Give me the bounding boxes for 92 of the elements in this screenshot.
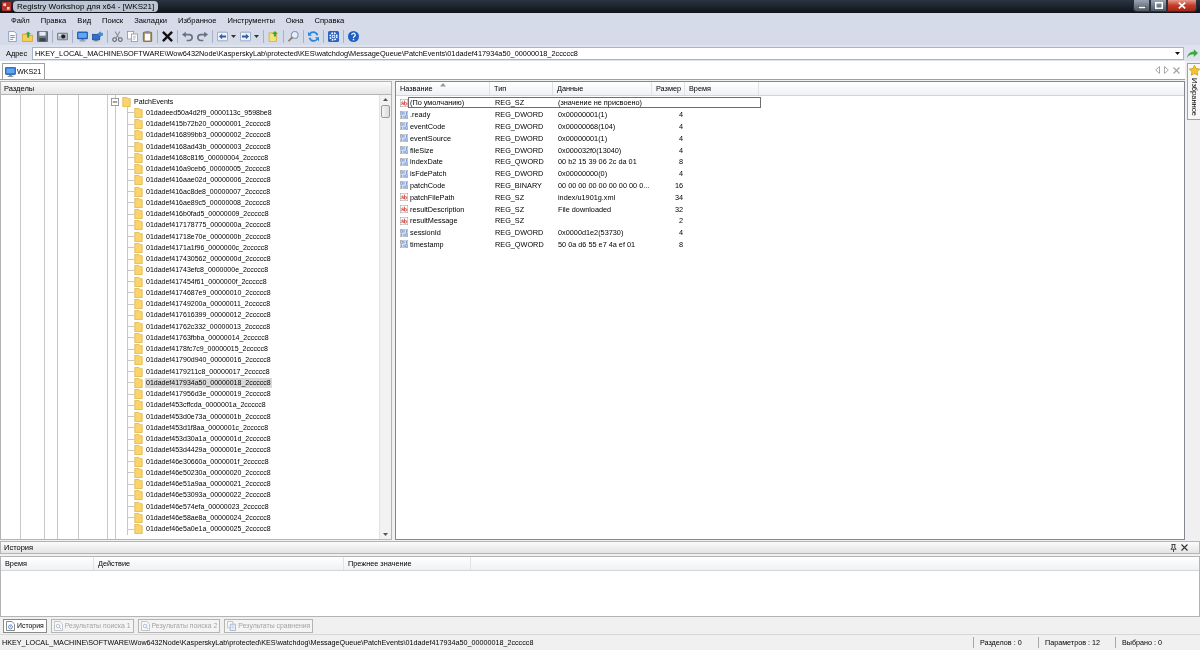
binary-value-icon xyxy=(400,240,408,249)
app-icon xyxy=(2,2,11,11)
binary-value-icon xyxy=(400,110,408,119)
folder-icon xyxy=(134,512,143,523)
down-arrow-icon[interactable] xyxy=(383,533,388,536)
page-search-icon xyxy=(140,620,150,631)
folder-icon xyxy=(134,479,143,490)
caret-icon[interactable] xyxy=(231,35,236,38)
folder-icon xyxy=(134,344,143,355)
folder-icon xyxy=(134,456,143,467)
caret-icon[interactable] xyxy=(254,35,259,38)
folder-icon xyxy=(134,175,143,186)
folder-icon xyxy=(134,310,143,321)
folder-icon xyxy=(134,186,143,197)
folder-icon xyxy=(134,141,143,152)
delete-icon[interactable] xyxy=(162,31,173,42)
minus-box-icon[interactable] xyxy=(111,97,119,106)
folder-icon xyxy=(134,422,143,433)
folder-icon xyxy=(122,96,131,107)
page-search-icon xyxy=(53,620,63,631)
folder-icon xyxy=(134,400,143,411)
folder-icon xyxy=(134,411,143,422)
folder-icon xyxy=(134,355,143,366)
pin-icon[interactable] xyxy=(1170,543,1177,552)
scissors-icon[interactable] xyxy=(112,31,123,42)
binary-value-icon xyxy=(400,146,408,155)
folder-icon xyxy=(134,152,143,163)
binary-value-icon xyxy=(400,228,408,237)
clipboard-icon[interactable] xyxy=(142,31,153,42)
binary-value-icon xyxy=(400,157,408,166)
binary-value-icon xyxy=(400,181,408,190)
search-icon[interactable] xyxy=(288,31,299,42)
folder-icon xyxy=(134,389,143,400)
binary-value-icon xyxy=(400,134,408,143)
folder-icon xyxy=(134,276,143,287)
maximize-button[interactable] xyxy=(1150,0,1167,12)
window-title: Registry Workshop для x64 - [WKS21] xyxy=(13,1,159,12)
text-value-icon xyxy=(400,193,408,202)
close-icon[interactable] xyxy=(1181,544,1188,551)
star-icon xyxy=(1188,65,1200,76)
folder-icon xyxy=(134,119,143,130)
up-arrow-icon[interactable] xyxy=(383,98,388,101)
scrollbar-thumb[interactable] xyxy=(381,105,390,118)
folder-icon xyxy=(134,254,143,265)
copy-icon[interactable] xyxy=(127,31,138,42)
maximize-icon xyxy=(1154,2,1163,9)
folder-icon xyxy=(134,524,143,535)
folder-icon xyxy=(134,164,143,175)
settings-icon[interactable] xyxy=(328,31,339,42)
folder-icon xyxy=(134,242,143,253)
folder-icon xyxy=(134,366,143,377)
text-value-icon xyxy=(400,205,408,214)
folder-icon xyxy=(134,107,143,118)
binary-value-icon xyxy=(400,122,408,131)
folder-icon xyxy=(134,321,143,332)
folder-icon xyxy=(134,209,143,220)
minimize-icon xyxy=(1137,6,1146,9)
forward-arrow-icon[interactable] xyxy=(240,31,251,42)
folder-icon xyxy=(134,434,143,445)
help-icon[interactable] xyxy=(348,31,359,42)
folder-icon xyxy=(134,490,143,501)
back-arrow-icon[interactable] xyxy=(217,31,228,42)
folder-icon xyxy=(134,231,143,242)
folder-icon xyxy=(134,220,143,231)
refresh-icon[interactable] xyxy=(308,31,319,42)
close-icon xyxy=(1178,2,1186,9)
dropdown-caret-icon[interactable] xyxy=(1175,51,1180,55)
undo-icon[interactable] xyxy=(182,31,193,42)
folder-icon xyxy=(134,377,143,388)
monitor-icon xyxy=(5,66,16,77)
folder-icon xyxy=(134,265,143,276)
folder-icon xyxy=(134,197,143,208)
page-icon xyxy=(6,620,15,631)
sort-arrow-icon xyxy=(439,83,446,87)
page-icon[interactable] xyxy=(7,31,18,42)
folder-icon xyxy=(134,501,143,512)
monitor-icon[interactable] xyxy=(77,31,88,42)
folder-icon xyxy=(134,287,143,298)
folder-icon xyxy=(134,445,143,456)
close-button[interactable] xyxy=(1167,0,1197,12)
folder-icon xyxy=(134,332,143,343)
text-value-icon xyxy=(400,98,408,107)
redo-icon[interactable] xyxy=(197,31,208,42)
scrollbar[interactable] xyxy=(379,95,391,539)
folder-icon xyxy=(134,130,143,141)
folder-icon xyxy=(134,299,143,310)
pages-icon xyxy=(227,620,237,631)
minimize-button[interactable] xyxy=(1133,0,1150,12)
folder-icon xyxy=(134,467,143,478)
text-value-icon xyxy=(400,216,408,225)
camera-icon[interactable] xyxy=(57,31,68,42)
binary-value-icon xyxy=(400,169,408,178)
